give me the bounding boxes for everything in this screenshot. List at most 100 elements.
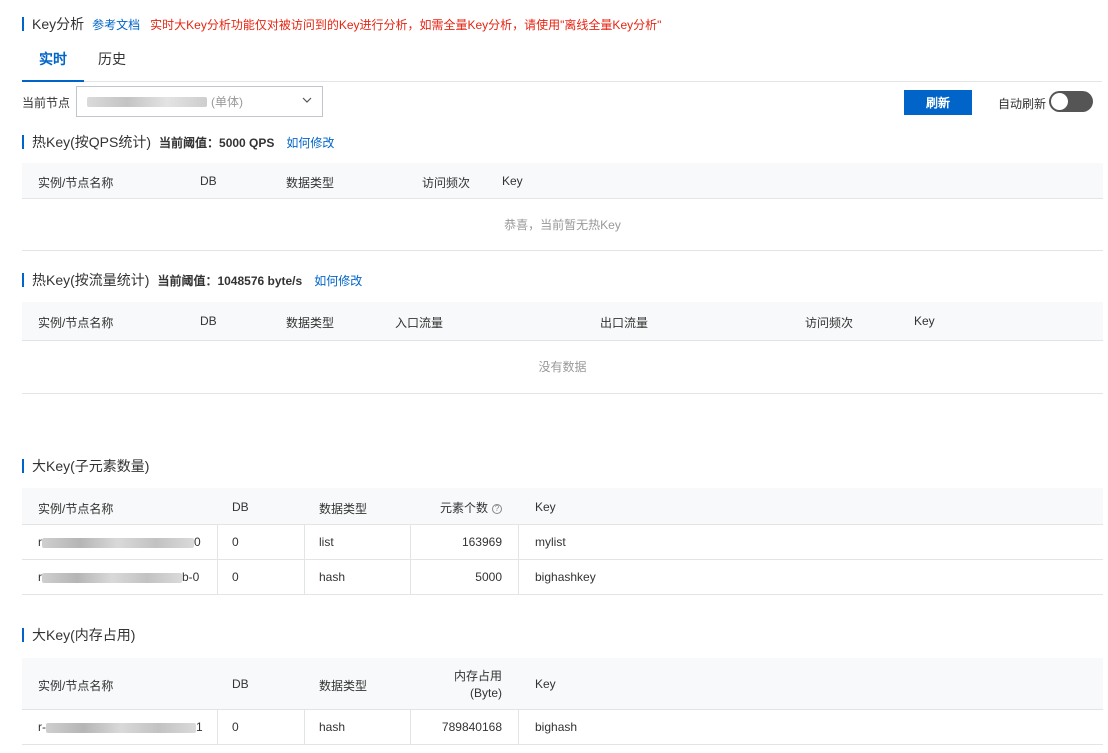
column-divider xyxy=(410,525,411,559)
column-header: 实例/节点名称 xyxy=(38,316,114,330)
empty-state-text: 恭喜，当前暂无热Key xyxy=(22,199,1103,251)
column-header: 数据类型 xyxy=(286,316,335,330)
traffic-how-to-modify-link[interactable]: 如何修改 xyxy=(314,272,362,289)
big-memory-section-header: 大Key(内存占用) xyxy=(22,626,143,644)
column-divider xyxy=(304,710,305,744)
hot-traffic-section-header: 热Key(按流量统计) 当前阈值：1048576 byte/s 如何修改 xyxy=(22,271,362,289)
reference-doc-link[interactable]: 参考文档 xyxy=(92,16,140,33)
big-memory-table: 实例/节点名称 DB 数据类型 内存占用 (Byte) Key r- 1 0 ha… xyxy=(22,658,1103,745)
node-name-prefix: r- xyxy=(38,720,46,734)
column-divider xyxy=(217,710,218,744)
column-header: Key xyxy=(502,174,523,188)
masked-node-name xyxy=(87,96,207,107)
node-name-cell: r b-0 xyxy=(38,560,199,594)
column-header: DB xyxy=(232,677,249,691)
tab-realtime[interactable]: 实时 xyxy=(22,42,84,82)
section-title: 大Key(内存占用) xyxy=(32,627,136,643)
node-name-suffix: 1 xyxy=(196,720,203,734)
node-select[interactable]: (单体) xyxy=(76,86,323,117)
column-header: 出口流量 xyxy=(600,316,649,330)
key-cell: mylist xyxy=(535,535,566,549)
column-divider xyxy=(518,710,519,744)
hot-traffic-table: 实例/节点名称 DB 数据类型 入口流量 出口流量 访问频次 Key 没有数据 xyxy=(22,302,1103,394)
element-count-cell: 163969 xyxy=(461,535,502,549)
section-accent-bar xyxy=(22,628,24,642)
hot-qps-table: 实例/节点名称 DB 数据类型 访问频次 Key 恭喜，当前暂无热Key xyxy=(22,163,1103,251)
section-accent-bar xyxy=(22,273,24,287)
column-divider xyxy=(304,560,305,594)
column-header-label: 元素个数 xyxy=(440,501,489,515)
column-header: 入口流量 xyxy=(395,316,444,330)
node-name-suffix: b-0 xyxy=(182,570,200,584)
column-header: Key xyxy=(914,314,935,328)
element-count-cell: 5000 xyxy=(475,570,502,584)
page-header: Key分析 参考文档 实时大Key分析功能仅对被访问到的Key进行分析，如需全量… xyxy=(22,14,661,34)
page-title: Key分析 xyxy=(32,16,85,32)
column-header: Key xyxy=(535,677,556,691)
memory-cell: 789840168 xyxy=(441,720,502,734)
table-header: 实例/节点名称 DB 数据类型 元素个数? Key xyxy=(22,488,1103,525)
tab-history[interactable]: 历史 xyxy=(84,42,140,82)
big-elements-section-header: 大Key(子元素数量) xyxy=(22,457,157,475)
table-header: 实例/节点名称 DB 数据类型 入口流量 出口流量 访问频次 Key xyxy=(22,302,1103,341)
node-name-suffix: 0 xyxy=(194,535,201,549)
question-circle-icon[interactable]: ? xyxy=(492,504,503,514)
node-name-cell: r0 xyxy=(38,525,201,559)
column-header: 实例/节点名称 xyxy=(38,176,114,190)
masked-node-name xyxy=(42,537,194,548)
section-title: 大Key(子元素数量) xyxy=(32,458,150,474)
title-accent-bar xyxy=(22,17,24,31)
section-accent-bar xyxy=(22,135,24,149)
column-header: DB xyxy=(232,500,249,514)
column-divider xyxy=(518,560,519,594)
column-header: 数据类型 xyxy=(286,176,335,190)
toggle-knob xyxy=(1051,93,1068,110)
table-header: 实例/节点名称 DB 数据类型 内存占用 (Byte) Key xyxy=(22,658,1103,710)
column-header: 实例/节点名称 xyxy=(38,679,114,693)
section-accent-bar xyxy=(22,459,24,473)
table-row: r b-0 0 hash 5000 bighashkey xyxy=(22,560,1103,595)
key-cell: bighashkey xyxy=(535,570,596,584)
current-node-label: 当前节点 xyxy=(22,96,71,110)
column-header: DB xyxy=(200,314,217,328)
column-divider xyxy=(410,710,411,744)
column-divider xyxy=(217,560,218,594)
key-cell: bighash xyxy=(535,720,578,734)
column-header: 访问频次 xyxy=(422,176,471,190)
type-cell: list xyxy=(319,535,334,549)
node-type-suffix: (单体) xyxy=(211,95,243,109)
column-header: 访问频次 xyxy=(805,316,854,330)
traffic-threshold: 当前阈值：1048576 byte/s xyxy=(157,273,303,288)
column-divider xyxy=(217,525,218,559)
realtime-warning-text: 实时大Key分析功能仅对被访问到的Key进行分析，如需全量Key分析，请使用"离… xyxy=(150,17,662,32)
db-cell: 0 xyxy=(232,720,239,734)
masked-node-name xyxy=(46,722,196,733)
column-header: DB xyxy=(200,174,217,188)
analysis-tabs: 实时 历史 xyxy=(22,42,1102,82)
qps-how-to-modify-link[interactable]: 如何修改 xyxy=(286,134,334,151)
refresh-button[interactable]: 刷新 xyxy=(904,90,972,115)
column-divider xyxy=(518,525,519,559)
masked-node-name xyxy=(42,572,182,583)
column-header-unit: (Byte) xyxy=(469,686,502,700)
auto-refresh-toggle[interactable] xyxy=(1049,91,1093,112)
chevron-down-icon xyxy=(302,97,312,103)
empty-state-text: 没有数据 xyxy=(22,341,1103,394)
type-cell: hash xyxy=(319,720,346,734)
big-elements-table: 实例/节点名称 DB 数据类型 元素个数? Key r0 0 list 1639… xyxy=(22,488,1103,595)
auto-refresh-label: 自动刷新 xyxy=(998,97,1047,111)
column-header: 实例/节点名称 xyxy=(38,502,114,516)
section-title: 热Key(按流量统计) xyxy=(32,272,150,288)
column-header: Key xyxy=(535,500,556,514)
table-row: r0 0 list 163969 mylist xyxy=(22,525,1103,560)
section-title: 热Key(按QPS统计) xyxy=(32,134,152,150)
column-header: 数据类型 xyxy=(319,502,368,516)
qps-threshold: 当前阈值：5000 QPS xyxy=(159,135,275,150)
db-cell: 0 xyxy=(232,570,239,584)
table-header: 实例/节点名称 DB 数据类型 访问频次 Key xyxy=(22,163,1103,199)
hot-qps-section-header: 热Key(按QPS统计) 当前阈值：5000 QPS 如何修改 xyxy=(22,133,334,151)
type-cell: hash xyxy=(319,570,346,584)
element-count-header: 元素个数? xyxy=(440,499,503,516)
column-header: 内存占用 xyxy=(453,669,502,683)
column-divider xyxy=(410,560,411,594)
